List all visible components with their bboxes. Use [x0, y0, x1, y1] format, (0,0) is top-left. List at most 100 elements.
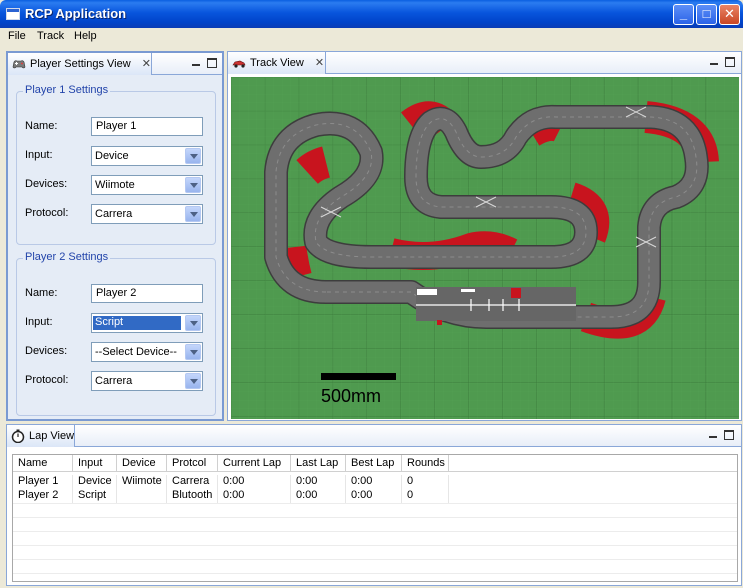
- minimize-view-icon[interactable]: [709, 57, 719, 67]
- player1-protocol-select[interactable]: Carrera: [91, 204, 203, 224]
- column-header-best-lap[interactable]: Best Lap: [346, 455, 402, 472]
- player-settings-tabstrip: Player Settings View ✕: [8, 53, 222, 75]
- maximize-view-icon[interactable]: [207, 58, 217, 68]
- chevron-down-icon[interactable]: [185, 344, 201, 360]
- player2-devices-value: --Select Device--: [95, 346, 177, 358]
- player2-settings-title: Player 2 Settings: [23, 251, 111, 263]
- track-view-tabstrip: Track View ✕: [228, 52, 741, 74]
- chevron-down-icon[interactable]: [185, 373, 201, 389]
- player2-protocol-value: Carrera: [95, 375, 133, 387]
- window-title: RCP Application: [25, 6, 127, 21]
- maximize-button[interactable]: □: [696, 4, 717, 25]
- column-header-current-lap[interactable]: Current Lap: [218, 455, 291, 472]
- player1-name-label: Name:: [25, 120, 58, 132]
- tab-track-view-label: Track View: [250, 57, 304, 69]
- menu-help[interactable]: Help: [74, 30, 97, 42]
- player1-input-select[interactable]: Device: [91, 146, 203, 166]
- player2-name-input[interactable]: Player 2: [91, 284, 203, 303]
- cell-device: [117, 489, 167, 503]
- minimize-view-icon[interactable]: [708, 430, 718, 440]
- maximize-view-icon[interactable]: [725, 57, 735, 67]
- cell-rounds: 0: [402, 475, 449, 489]
- player1-devices-label: Devices:: [25, 178, 68, 190]
- chevron-down-icon[interactable]: [185, 206, 201, 222]
- cell-best-lap: 0:00: [346, 489, 402, 503]
- chevron-down-icon[interactable]: [185, 177, 201, 193]
- player-settings-view: Player Settings View ✕ Player 1 Settings…: [6, 51, 224, 421]
- row-divider: [13, 517, 737, 518]
- app-window-icon: [6, 8, 20, 20]
- player2-input-label: Input:: [25, 316, 53, 328]
- column-header-rounds[interactable]: Rounds: [402, 455, 449, 472]
- cell-last-lap: 0:00: [291, 475, 346, 489]
- lap-view: Lap View Name Input Device Protcol Curre…: [6, 424, 742, 586]
- cell-best-lap: 0:00: [346, 475, 402, 489]
- lap-table[interactable]: Name Input Device Protcol Current Lap La…: [12, 454, 738, 582]
- scale-bar: [321, 373, 396, 380]
- cell-current-lap: 0:00: [218, 489, 291, 503]
- title-bar: RCP Application _ □ ✕: [0, 0, 743, 28]
- row-divider: [13, 531, 737, 532]
- gamepad-icon: [12, 60, 26, 69]
- player1-protocol-label: Protocol:: [25, 207, 69, 219]
- menu-bar: File Track Help: [0, 28, 743, 46]
- column-header-input[interactable]: Input: [73, 455, 117, 472]
- stopwatch-icon: [11, 429, 25, 443]
- cell-current-lap: 0:00: [218, 475, 291, 489]
- menu-file[interactable]: File: [8, 30, 26, 42]
- player2-settings-group: Player 2 Settings Name: Player 2 Input: …: [16, 251, 216, 416]
- tab-lap-view[interactable]: Lap View: [7, 425, 75, 447]
- player1-input-label: Input:: [25, 149, 53, 161]
- row-divider: [13, 573, 737, 574]
- column-header-last-lap[interactable]: Last Lap: [291, 455, 346, 472]
- player2-devices-label: Devices:: [25, 345, 68, 357]
- column-header-protocol[interactable]: Protcol: [167, 455, 218, 472]
- cell-protocol: Carrera: [167, 475, 218, 489]
- cell-input: Device: [73, 475, 117, 489]
- column-header-name[interactable]: Name: [13, 455, 73, 472]
- tab-player-settings[interactable]: Player Settings View ✕: [8, 53, 152, 75]
- player1-devices-value: Wiimote: [95, 179, 135, 191]
- player2-devices-select[interactable]: --Select Device--: [91, 342, 203, 362]
- cell-protocol: Blutooth: [167, 489, 218, 503]
- cell-last-lap: 0:00: [291, 489, 346, 503]
- row-divider: [13, 545, 737, 546]
- player2-input-select[interactable]: Script: [91, 313, 203, 333]
- maximize-view-icon[interactable]: [724, 430, 734, 440]
- player2-name-label: Name:: [25, 287, 58, 299]
- table-row[interactable]: Player 2 Script Blutooth 0:00 0:00 0:00 …: [13, 489, 737, 503]
- cell-name: Player 2: [13, 489, 73, 503]
- minimize-button[interactable]: _: [673, 4, 694, 25]
- tab-lap-view-label: Lap View: [29, 430, 75, 442]
- player1-settings-group: Player 1 Settings Name: Player 1 Input: …: [16, 84, 216, 245]
- column-header-device[interactable]: Device: [117, 455, 167, 472]
- cell-input: Script: [73, 489, 117, 503]
- player2-protocol-label: Protocol:: [25, 374, 69, 386]
- chevron-down-icon[interactable]: [185, 148, 201, 164]
- close-tab-icon[interactable]: ✕: [315, 57, 324, 69]
- lap-view-tabstrip: Lap View: [7, 425, 741, 447]
- minimize-view-icon[interactable]: [191, 58, 201, 68]
- cell-device: Wiimote: [117, 475, 167, 489]
- track-canvas[interactable]: 500mm: [231, 77, 739, 419]
- scale-label: 500mm: [321, 386, 381, 406]
- player2-protocol-select[interactable]: Carrera: [91, 371, 203, 391]
- cell-name: Player 1: [13, 475, 73, 489]
- menu-track[interactable]: Track: [37, 30, 64, 42]
- player1-input-value: Device: [95, 150, 129, 162]
- tab-track-view[interactable]: Track View ✕: [228, 52, 326, 74]
- track-view: Track View ✕ 500mm: [227, 51, 742, 421]
- player1-settings-title: Player 1 Settings: [23, 84, 111, 96]
- player-settings-body: Player 1 Settings Name: Player 1 Input: …: [8, 75, 222, 419]
- player1-protocol-value: Carrera: [95, 208, 133, 220]
- lap-table-header: Name Input Device Protcol Current Lap La…: [13, 455, 737, 472]
- table-row[interactable]: Player 1 Device Wiimote Carrera 0:00 0:0…: [13, 475, 737, 489]
- player1-name-input[interactable]: Player 1: [91, 117, 203, 136]
- cell-rounds: 0: [402, 489, 449, 503]
- row-divider: [13, 559, 737, 560]
- player1-devices-select[interactable]: Wiimote: [91, 175, 203, 195]
- close-button[interactable]: ✕: [719, 4, 740, 25]
- close-tab-icon[interactable]: ✕: [142, 58, 151, 70]
- chevron-down-icon[interactable]: [185, 315, 201, 331]
- player2-input-value: Script: [93, 316, 181, 330]
